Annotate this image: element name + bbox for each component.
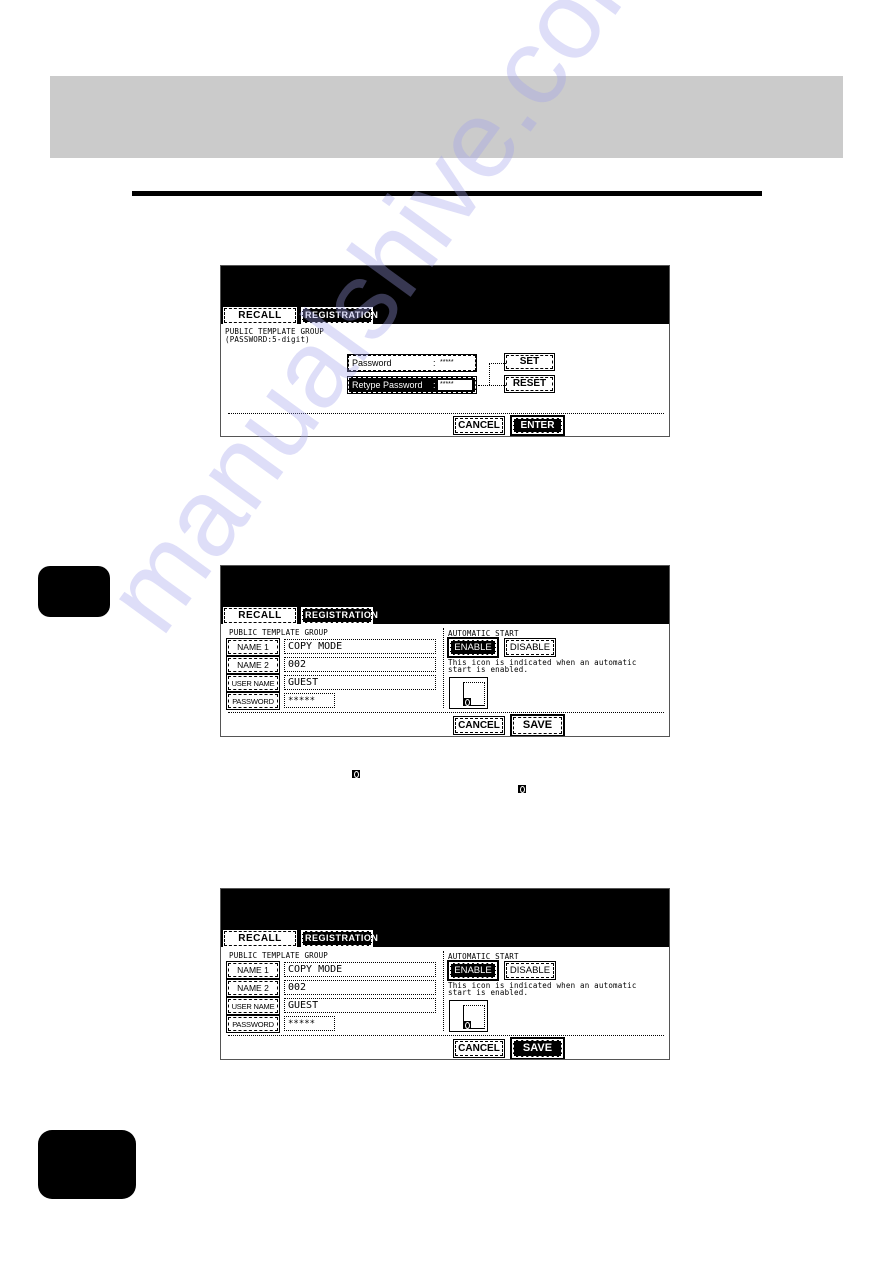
user-name-field[interactable]: GUEST xyxy=(284,998,436,1013)
user-name-button[interactable]: USER NAME xyxy=(226,674,280,692)
tab-recall[interactable]: RECALL xyxy=(223,307,297,324)
name1-field[interactable]: COPY MODE xyxy=(284,639,436,654)
cancel-button[interactable]: CANCEL xyxy=(453,416,505,435)
password-value: ***** xyxy=(440,359,454,366)
group-title: PUBLIC TEMPLATE GROUP xyxy=(229,951,329,960)
template-save-screen: RECALL REGISTRATION PUBLIC TEMPLATE GROU… xyxy=(220,888,670,1060)
cancel-button[interactable]: CANCEL xyxy=(453,1039,505,1058)
password-field[interactable]: ***** xyxy=(284,1016,335,1031)
name2-button[interactable]: NAME 2 xyxy=(226,979,280,997)
disable-button[interactable]: DISABLE xyxy=(504,638,556,657)
connector-line xyxy=(478,385,506,386)
name1-field[interactable]: COPY MODE xyxy=(284,962,436,977)
connector-line xyxy=(489,363,506,364)
automatic-start-title: AUTOMATIC START xyxy=(448,952,519,961)
group-title: PUBLIC TEMPLATE GROUP xyxy=(225,327,325,336)
name2-button[interactable]: NAME 2 xyxy=(226,656,280,674)
tab-recall[interactable]: RECALL xyxy=(223,607,297,624)
password-colon: : xyxy=(433,358,436,368)
screen-tabs: RECALL REGISTRATION xyxy=(223,930,378,947)
tab-registration[interactable]: REGISTRATION xyxy=(301,607,378,624)
auto-start-icon xyxy=(463,1021,471,1029)
chapter-header-band xyxy=(50,76,843,158)
password-button[interactable]: PASSWORD xyxy=(226,692,280,710)
password-registration-screen: RECALL REGISTRATION PUBLIC TEMPLATE GROU… xyxy=(220,265,670,437)
screen-tabs: RECALL REGISTRATION xyxy=(223,307,378,324)
footer-divider xyxy=(228,1035,664,1036)
enable-button[interactable]: ENABLE xyxy=(447,960,499,981)
retype-password-field[interactable]: Retype Password : ***** xyxy=(347,376,477,394)
name1-button[interactable]: NAME 1 xyxy=(226,961,280,979)
automatic-start-note: This icon is indicated when an automatic… xyxy=(448,658,637,674)
password-field[interactable]: Password : ***** xyxy=(347,354,477,372)
tab-registration[interactable]: REGISTRATION xyxy=(301,930,378,947)
auto-start-preview xyxy=(449,677,488,709)
cancel-button[interactable]: CANCEL xyxy=(453,716,505,735)
group-password-hint: (PASSWORD:5-digit) xyxy=(225,335,310,344)
name1-button[interactable]: NAME 1 xyxy=(226,638,280,656)
auto-start-icon xyxy=(352,770,360,778)
section-divider-rule xyxy=(132,191,762,196)
tab-registration[interactable]: REGISTRATION xyxy=(301,307,378,324)
password-button[interactable]: PASSWORD xyxy=(226,1015,280,1033)
name2-field[interactable]: 002 xyxy=(284,657,436,672)
auto-start-icon xyxy=(518,785,526,793)
user-name-field[interactable]: GUEST xyxy=(284,675,436,690)
auto-start-preview xyxy=(449,1000,488,1032)
retype-password-value: ***** xyxy=(438,380,472,390)
name2-field[interactable]: 002 xyxy=(284,980,436,995)
chapter-thumb-tab xyxy=(38,566,110,617)
enable-button[interactable]: ENABLE xyxy=(447,637,499,658)
automatic-start-title: AUTOMATIC START xyxy=(448,629,519,638)
footer-divider xyxy=(228,712,664,713)
template-registration-screen: RECALL REGISTRATION PUBLIC TEMPLATE GROU… xyxy=(220,565,670,737)
group-title: PUBLIC TEMPLATE GROUP xyxy=(229,628,329,637)
reset-button[interactable]: RESET xyxy=(504,375,555,393)
save-button[interactable]: SAVE xyxy=(510,714,565,736)
page-number-tab xyxy=(38,1130,136,1199)
automatic-start-note: This icon is indicated when an automatic… xyxy=(448,981,637,997)
column-divider xyxy=(443,628,444,708)
retype-password-colon: : xyxy=(433,380,436,390)
retype-password-label: Retype Password xyxy=(352,380,423,390)
enter-button[interactable]: ENTER xyxy=(510,415,565,436)
footer-divider xyxy=(228,413,664,414)
column-divider xyxy=(443,951,444,1031)
auto-start-icon xyxy=(463,698,471,706)
save-button[interactable]: SAVE xyxy=(510,1037,565,1059)
user-name-button[interactable]: USER NAME xyxy=(226,997,280,1015)
password-field[interactable]: ***** xyxy=(284,693,335,708)
screen-tabs: RECALL REGISTRATION xyxy=(223,607,378,624)
disable-button[interactable]: DISABLE xyxy=(504,961,556,980)
password-label: Password xyxy=(352,358,392,368)
connector-line xyxy=(489,363,490,385)
tab-recall[interactable]: RECALL xyxy=(223,930,297,947)
set-button[interactable]: SET xyxy=(504,353,555,371)
